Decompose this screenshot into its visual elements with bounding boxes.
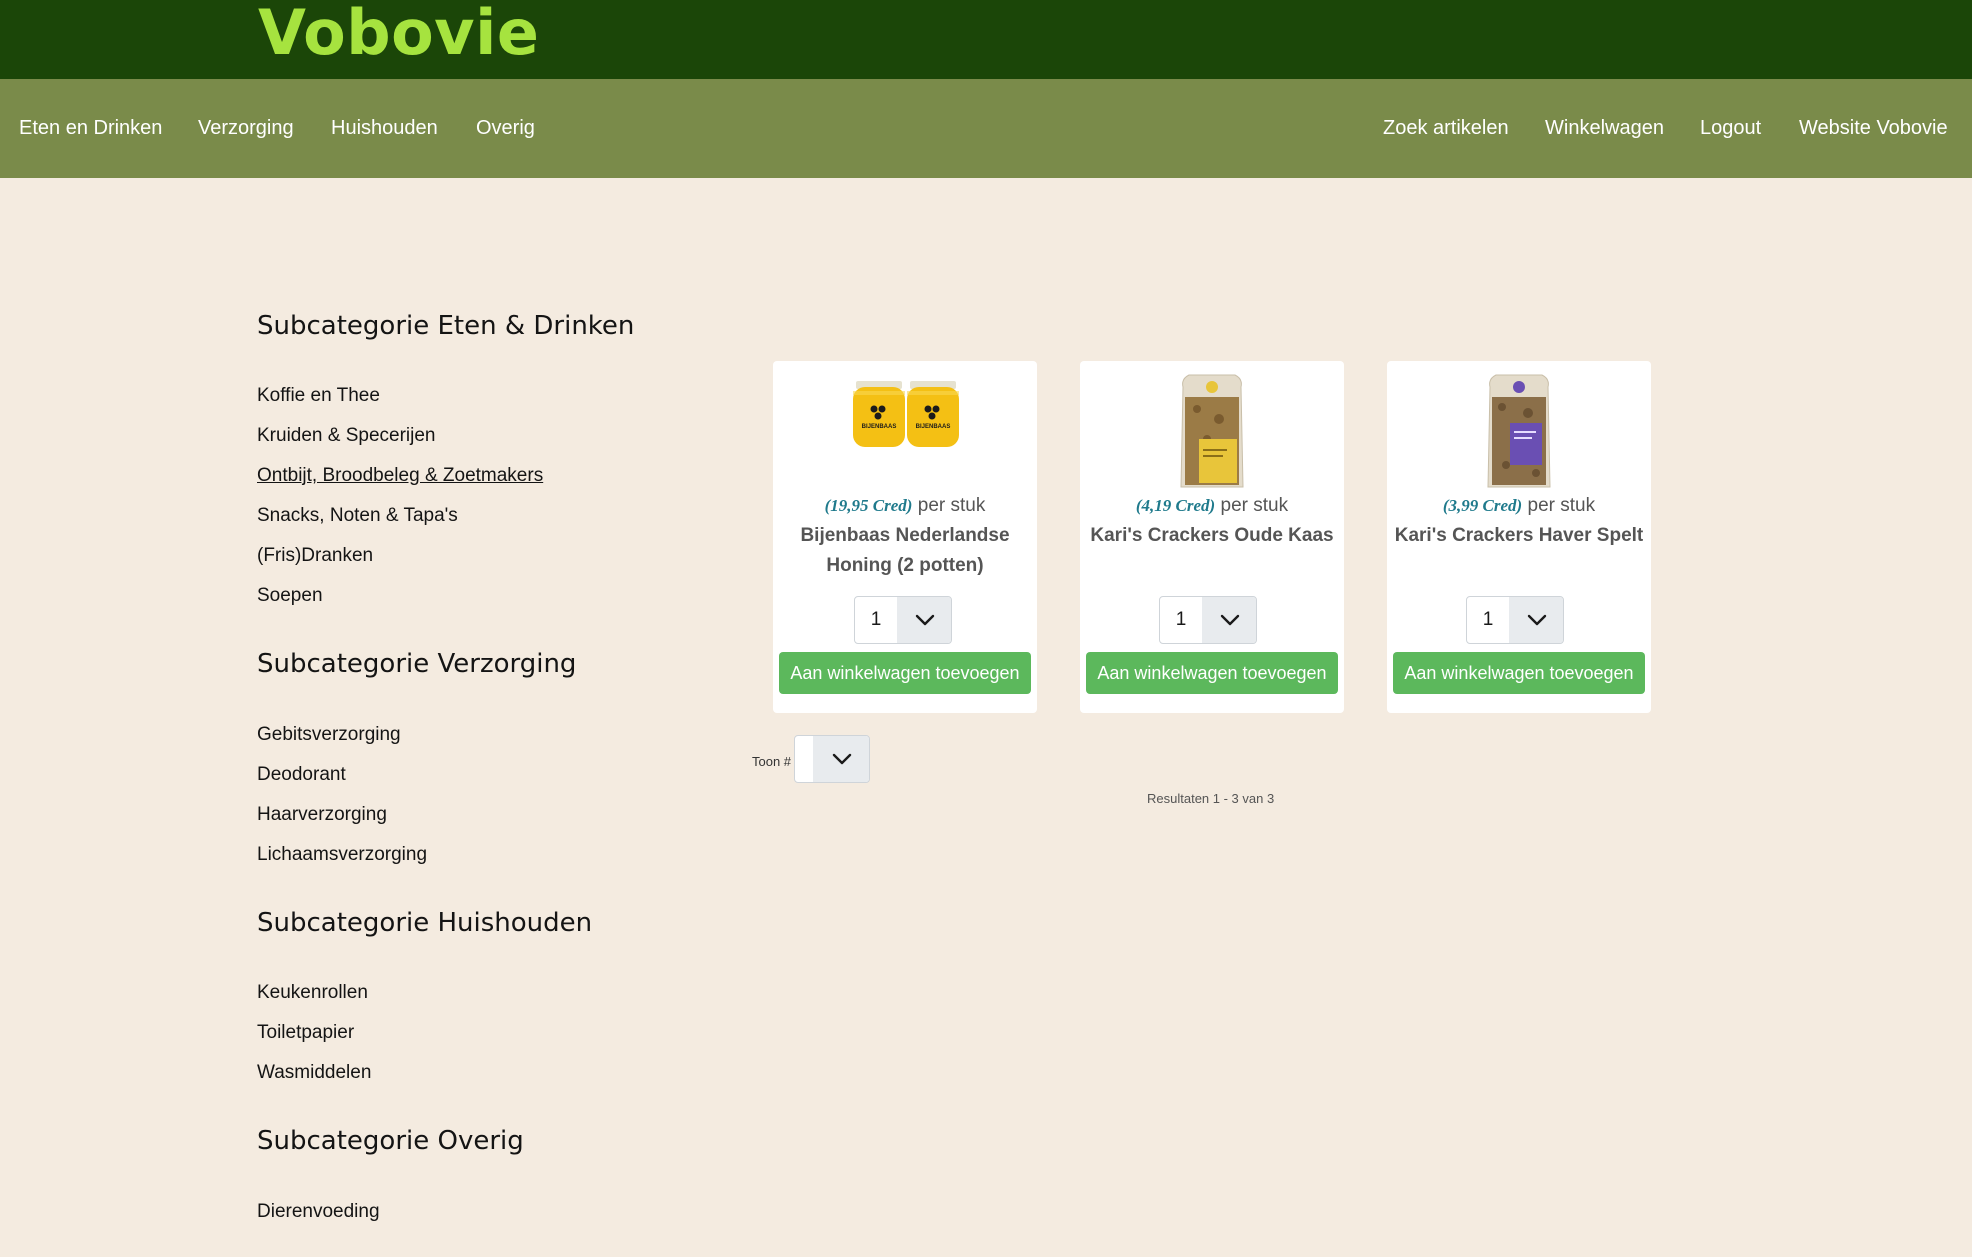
chevron-down-icon[interactable] [1509,597,1563,643]
add-to-cart-button[interactable]: Aan winkelwagen toevoegen [1086,652,1338,694]
add-to-cart-button[interactable]: Aan winkelwagen toevoegen [1393,652,1645,694]
price-unit: per stuk [1527,495,1596,516]
sidebar-item-wasmiddelen[interactable]: Wasmiddelen [257,1062,371,1084]
price: (19,95 Cred) [824,496,913,515]
price: (4,19 Cred) [1135,496,1216,515]
logo[interactable]: Vobovie [258,0,539,68]
sidebar-item-snacks-noten[interactable]: Snacks, Noten & Tapa's [257,505,458,527]
quantity-select[interactable]: 1 [1159,596,1257,644]
add-to-cart-button[interactable]: Aan winkelwagen toevoegen [779,652,1031,694]
product-card: (3,99 Cred) per stuk Kari's Crackers Hav… [1387,361,1651,713]
nav-winkelwagen[interactable]: Winkelwagen [1545,79,1664,178]
nav-website-vobovie[interactable]: Website Vobovie [1799,79,1948,178]
product-name[interactable]: Bijenbaas Nederlandse Honing (2 potten) [779,521,1031,581]
product-name[interactable]: Kari's Crackers Haver Spelt [1393,521,1645,551]
quantity-select[interactable]: 1 [854,596,952,644]
sidebar-item-kruiden-specerijen[interactable]: Kruiden & Specerijen [257,425,436,447]
sidebar-item-deodorant[interactable]: Deodorant [257,764,346,786]
sidebar-item-ontbijt-broodbeleg[interactable]: Ontbijt, Broodbeleg & Zoetmakers [257,465,543,487]
price-unit: per stuk [917,495,986,516]
quantity-value: 1 [870,609,882,630]
sidebar-item-lichaamsverzorging[interactable]: Lichaamsverzorging [257,844,427,866]
nav-zoek-artikelen[interactable]: Zoek artikelen [1383,79,1509,178]
top-header: Vobovie [0,0,1972,79]
sidebar-item-soepen[interactable]: Soepen [257,585,323,607]
per-page-select[interactable] [794,735,870,783]
sidebar-item-gebitsverzorging[interactable]: Gebitsverzorging [257,724,401,746]
product-card: BIJENBAAS BIJENBAAS (19,95 Cred) per stu… [773,361,1037,713]
price-line: (4,19 Cred) per stuk [1080,495,1344,517]
subcategory-heading-verzorging: Subcategorie Verzorging [257,649,577,679]
subcategory-heading-overig: Subcategorie Overig [257,1126,524,1156]
product-name[interactable]: Kari's Crackers Oude Kaas [1086,521,1338,551]
quantity-select[interactable]: 1 [1466,596,1564,644]
crackers-haver-spelt-image [1487,374,1551,488]
sidebar-item-koffie-en-thee[interactable]: Koffie en Thee [257,385,380,407]
jar-label-left: BIJENBAAS [862,424,897,430]
subcategory-heading-huishouden: Subcategorie Huishouden [257,908,593,938]
price-line: (19,95 Cred) per stuk [773,495,1037,517]
chevron-down-icon[interactable] [1202,597,1256,643]
chevron-down-icon[interactable] [897,597,951,643]
main-nav: Eten en Drinken Verzorging Huishouden Ov… [0,79,1972,178]
sidebar-item-haarverzorging[interactable]: Haarverzorging [257,804,387,826]
sidebar-item-toiletpapier[interactable]: Toiletpapier [257,1022,354,1044]
price-line: (3,99 Cred) per stuk [1387,495,1651,517]
sidebar-item-dierenvoeding[interactable]: Dierenvoeding [257,1201,380,1223]
subcategory-heading-eten-drinken: Subcategorie Eten & Drinken [257,311,635,341]
nav-verzorging[interactable]: Verzorging [198,79,294,178]
quantity-value: 1 [1175,609,1187,630]
results-count: Resultaten 1 - 3 van 3 [1147,791,1275,806]
chevron-down-icon[interactable] [813,736,869,782]
per-page-label: Toon # [752,754,792,769]
quantity-value: 1 [1482,609,1494,630]
price-unit: per stuk [1220,495,1289,516]
price: (3,99 Cred) [1442,496,1523,515]
nav-logout[interactable]: Logout [1700,79,1761,178]
sidebar-item-keukenrollen[interactable]: Keukenrollen [257,982,368,1004]
crackers-oude-kaas-image [1180,374,1244,488]
nav-huishouden[interactable]: Huishouden [331,79,438,178]
nav-eten-en-drinken[interactable]: Eten en Drinken [19,79,162,178]
nav-overig[interactable]: Overig [476,79,535,178]
jar-label-right: BIJENBAAS [916,424,951,430]
product-card: (4,19 Cred) per stuk Kari's Crackers Oud… [1080,361,1344,713]
honey-jars-image: BIJENBAAS BIJENBAAS [853,381,959,447]
sidebar-item-frisdranken[interactable]: (Fris)Dranken [257,545,373,567]
